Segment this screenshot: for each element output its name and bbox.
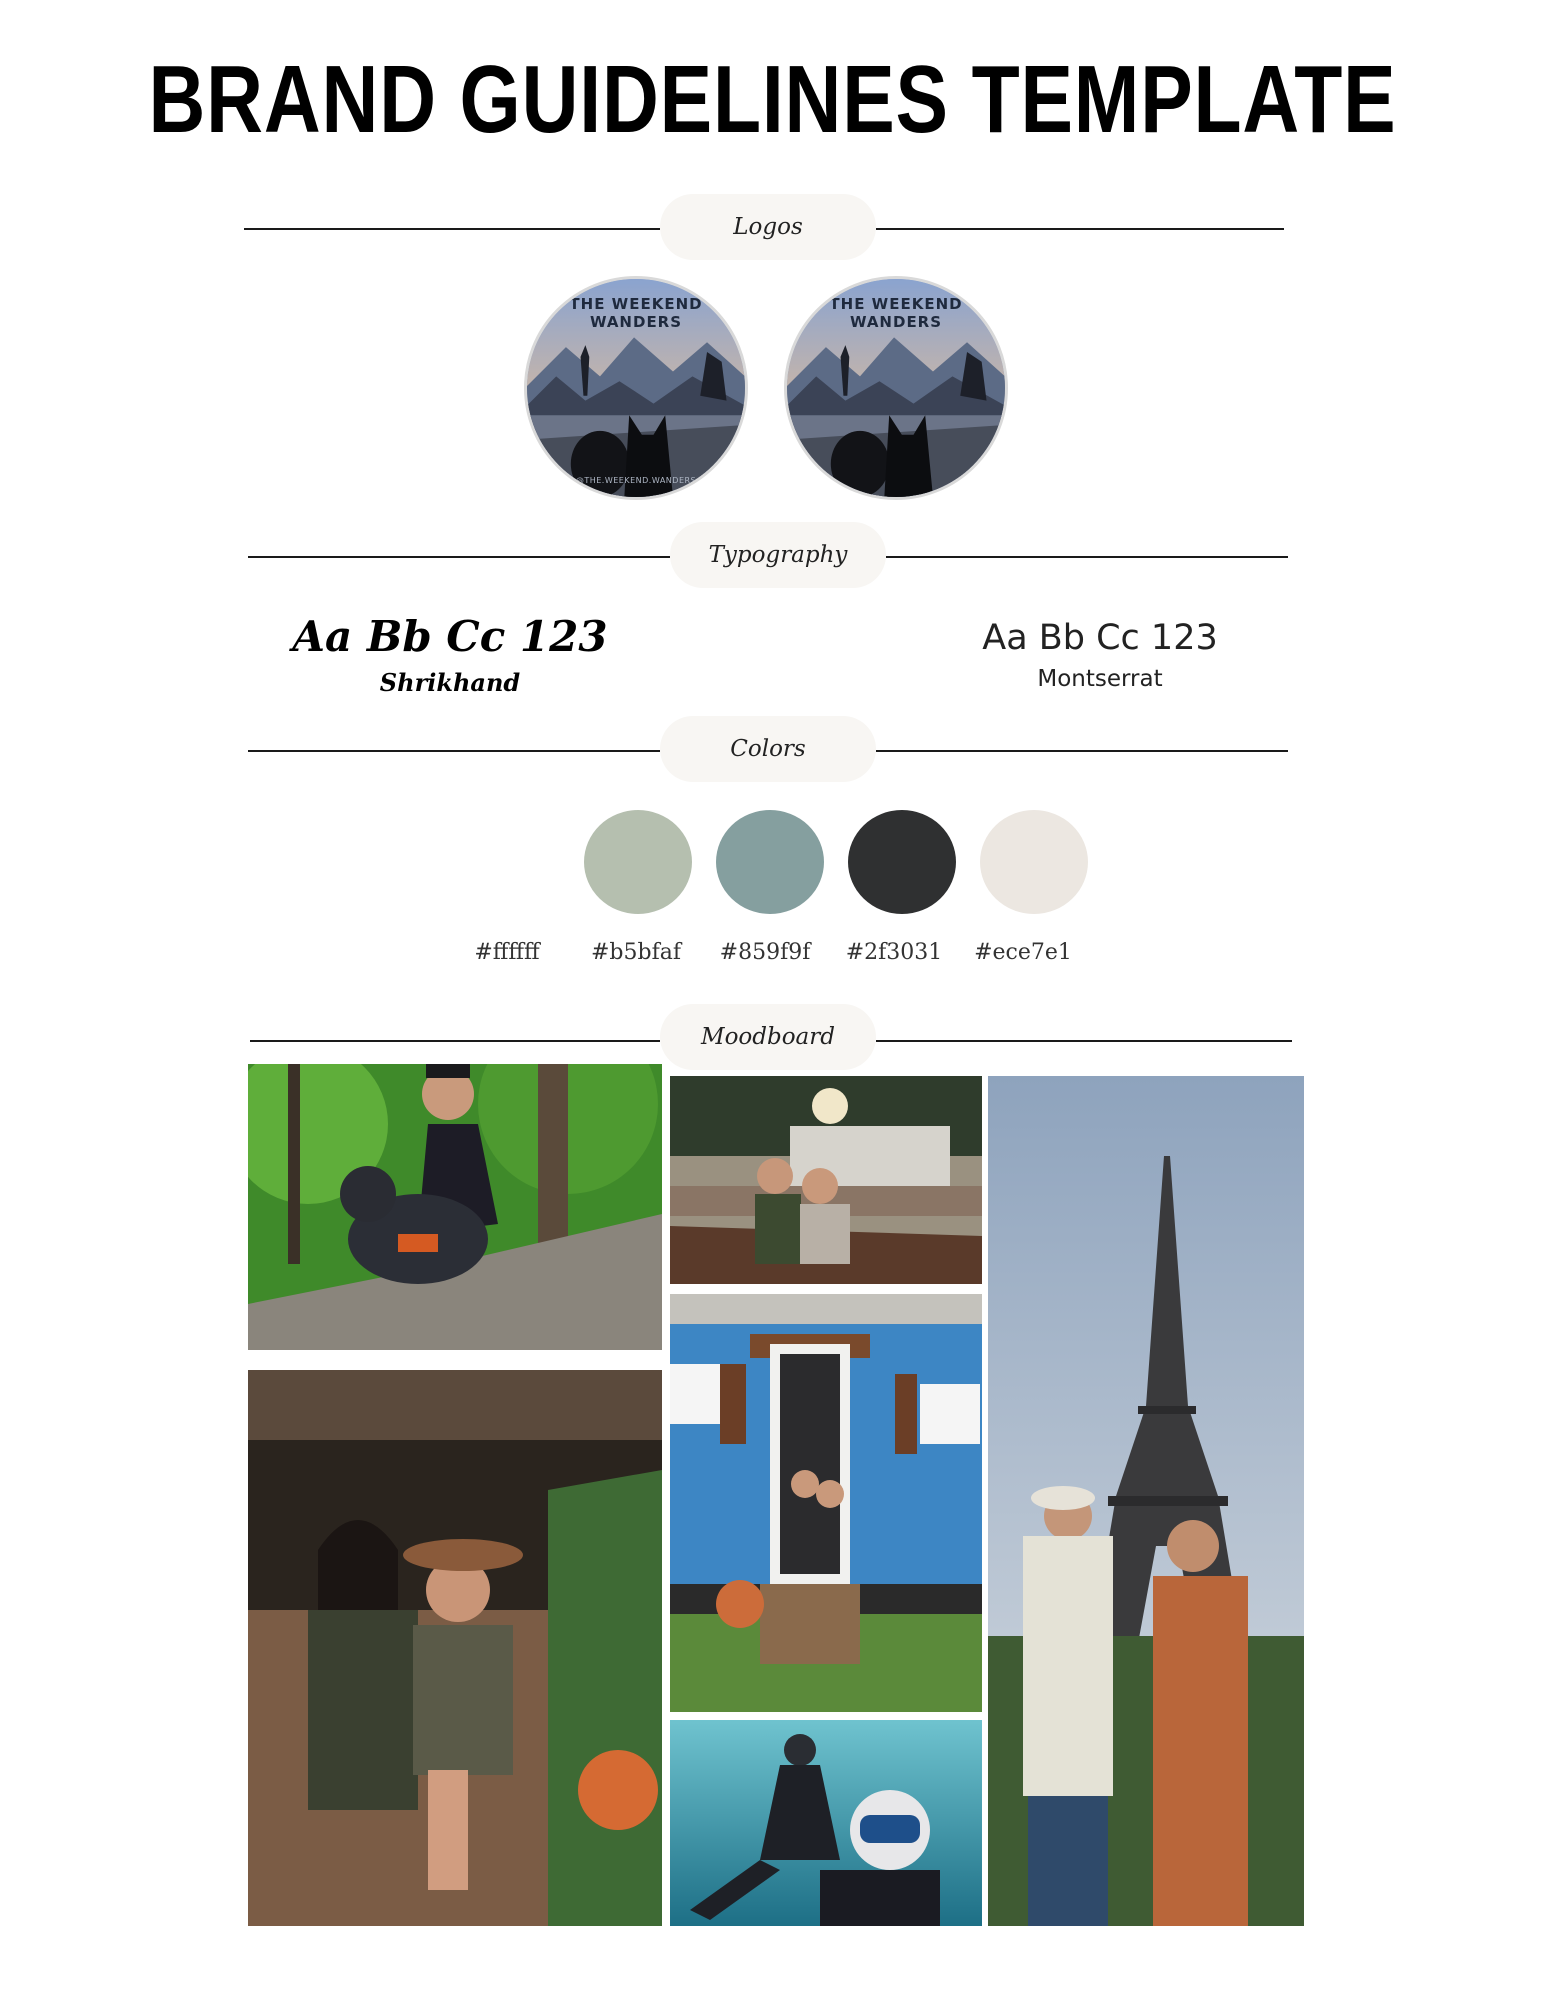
divider-line <box>876 228 1284 230</box>
moodboard-photo-eiffel-tower <box>988 1076 1304 1926</box>
moodboard-photo-cabin-friends <box>670 1076 982 1284</box>
divider-line <box>248 750 660 752</box>
color-swatch <box>980 810 1088 914</box>
divider-line <box>244 228 660 230</box>
color-hex-label: #ece7e1 <box>974 940 1072 965</box>
secondary-font-sample: Aa Bb Cc 123 <box>982 618 1218 658</box>
divider-line <box>876 1040 1292 1042</box>
divider-line <box>248 556 670 558</box>
logo-handle: @THE.WEEKEND.WANDERS <box>575 476 697 485</box>
color-swatch <box>848 810 956 914</box>
divider-line <box>886 556 1288 558</box>
page-title: BRAND GUIDELINES TEMPLATE <box>148 46 1397 153</box>
logo-wordmark: THE WEEKEND WANDERS <box>569 295 703 331</box>
logo-wordmark: THE WEEKEND WANDERS <box>829 295 963 331</box>
divider-line <box>250 1040 660 1042</box>
color-swatch <box>716 810 824 914</box>
color-hex-label: #ffffff <box>474 940 540 965</box>
divider-line <box>876 750 1288 752</box>
section-label-logos: Logos <box>660 194 876 260</box>
moodboard-photo-snorkel <box>670 1720 982 1926</box>
logo-badge-primary: THE WEEKEND WANDERS @THE.WEEKEND.WANDERS <box>524 276 748 500</box>
logo-badge-secondary: THE WEEKEND WANDERS <box>784 276 1008 500</box>
section-label-typography: Typography <box>670 522 886 588</box>
moodboard-photo-porch-couple <box>248 1370 662 1926</box>
color-hex-label: #859f9f <box>719 940 811 965</box>
secondary-font-name: Montserrat <box>1037 666 1163 692</box>
moodboard-photo-dog-hike <box>248 1064 662 1350</box>
color-hex-label: #2f3031 <box>845 940 943 965</box>
primary-font-sample: Aa Bb Cc 123 <box>292 612 608 661</box>
primary-font-name: Shrikhand <box>379 668 521 697</box>
section-label-moodboard: Moodboard <box>660 1004 876 1070</box>
section-label-colors: Colors <box>660 716 876 782</box>
color-hex-label: #b5bfaf <box>591 940 681 965</box>
moodboard-photo-tiny-house <box>670 1294 982 1712</box>
color-swatch <box>584 810 692 914</box>
